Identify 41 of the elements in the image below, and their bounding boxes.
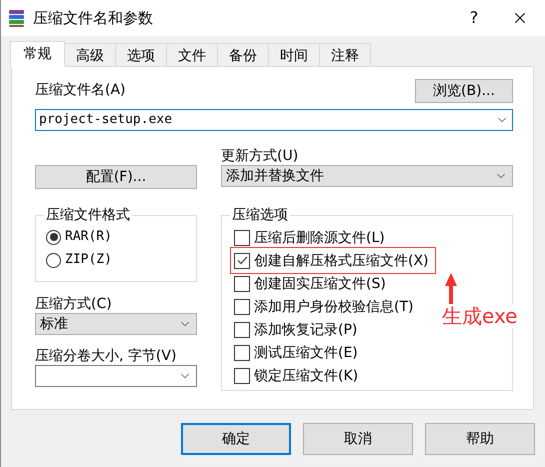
radio-label: RAR(R) (65, 228, 112, 246)
radio-button[interactable] (46, 252, 61, 268)
radio-button[interactable] (46, 230, 61, 244)
archive-name-field[interactable]: project-setup.exe (35, 109, 513, 131)
window-title: 压缩文件名和参数 (33, 8, 153, 29)
field-label: 压缩分卷大小, 字节(V) (35, 347, 178, 365)
group-title: 压缩文件格式 (44, 206, 132, 224)
checkbox[interactable] (234, 368, 250, 384)
tab[interactable]: 注释 (319, 43, 371, 67)
checkbox[interactable] (234, 276, 250, 292)
checkbox-label: 压缩后删除源文件(L) (254, 228, 385, 246)
field-label: 更新方式(U) (221, 147, 300, 165)
checkbox-label: 测试压缩文件(E) (254, 344, 358, 362)
checkbox-label: 锁定压缩文件(K) (254, 366, 358, 384)
dialog-button[interactable]: 取消 (303, 423, 413, 455)
profiles-button[interactable]: 配置(F)... (35, 165, 197, 189)
radio-label: ZIP(Z) (65, 251, 112, 269)
checkbox-label: 添加用户身份校验信息(T) (254, 298, 414, 316)
field-label: 压缩文件名(A) (35, 81, 126, 100)
check-icon (236, 256, 248, 265)
checkbox-label: 创建固实压缩文件(S) (254, 274, 386, 292)
dialog-button[interactable]: 确定 (181, 423, 291, 455)
help-button[interactable]: ? (451, 6, 497, 30)
app-icon (7, 8, 27, 28)
checkbox[interactable] (234, 298, 250, 314)
checkbox[interactable] (234, 252, 250, 268)
checkbox[interactable] (234, 344, 250, 360)
browse-button[interactable]: 浏览(B)... (415, 79, 513, 103)
checkbox-label: 添加恢复记录(P) (254, 320, 358, 338)
field-label: 压缩方式(C) (35, 295, 113, 313)
checkbox[interactable] (234, 230, 250, 246)
checkbox[interactable] (234, 322, 250, 338)
compression-method-dropdown[interactable]: 标准 (35, 313, 197, 335)
dialog-button[interactable]: 帮助 (425, 423, 535, 455)
tab[interactable]: 常规 (10, 41, 65, 67)
update-mode-dropdown[interactable]: 添加并替换文件 (221, 165, 513, 187)
checkbox-label: 创建自解压格式压缩文件(X) (254, 252, 429, 270)
annotation-text: 生成exe (442, 304, 518, 328)
annotation-arrow (445, 273, 457, 305)
split-volume-dropdown[interactable] (35, 365, 197, 387)
group-title: 压缩选项 (230, 206, 290, 224)
